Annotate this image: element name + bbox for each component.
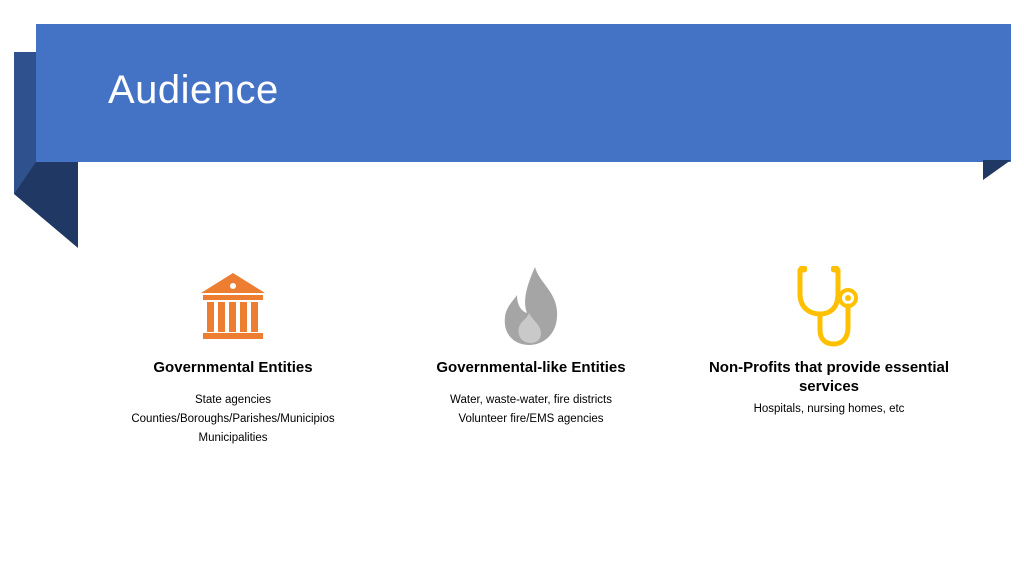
flame-icon (504, 267, 558, 345)
audience-column-governmental: Governmental Entities State agencies Cou… (83, 262, 383, 448)
government-building-icon (201, 273, 265, 339)
column-description: Hospitals, nursing homes, etc (679, 400, 979, 419)
description-line: Counties/Boroughs/Parishes/Municipios (131, 413, 335, 425)
column-description: State agencies Counties/Boroughs/Parishe… (83, 391, 383, 448)
description-line: Hospitals, nursing homes, etc (753, 403, 905, 415)
audience-column-non-profits: Non-Profits that provide essential servi… (679, 262, 979, 419)
description-line: Municipalities (198, 432, 268, 444)
description-line: State agencies (194, 394, 272, 406)
column-heading: Governmental Entities (153, 359, 313, 376)
column-heading: Non-Profits that provide essential servi… (708, 359, 950, 395)
column-description: Water, waste-water, fire districts Volun… (381, 391, 681, 429)
description-line: Water, waste-water, fire districts (450, 394, 612, 406)
stethoscope-icon (797, 266, 858, 347)
ribbon-fold-right (983, 160, 1011, 180)
column-heading: Governmental-like Entities (436, 359, 626, 376)
slide-title: Audience (108, 68, 279, 112)
audience-column-governmental-like: Governmental-like Entities Water, waste-… (381, 262, 681, 429)
description-line: Volunteer fire/EMS agencies (458, 413, 604, 425)
